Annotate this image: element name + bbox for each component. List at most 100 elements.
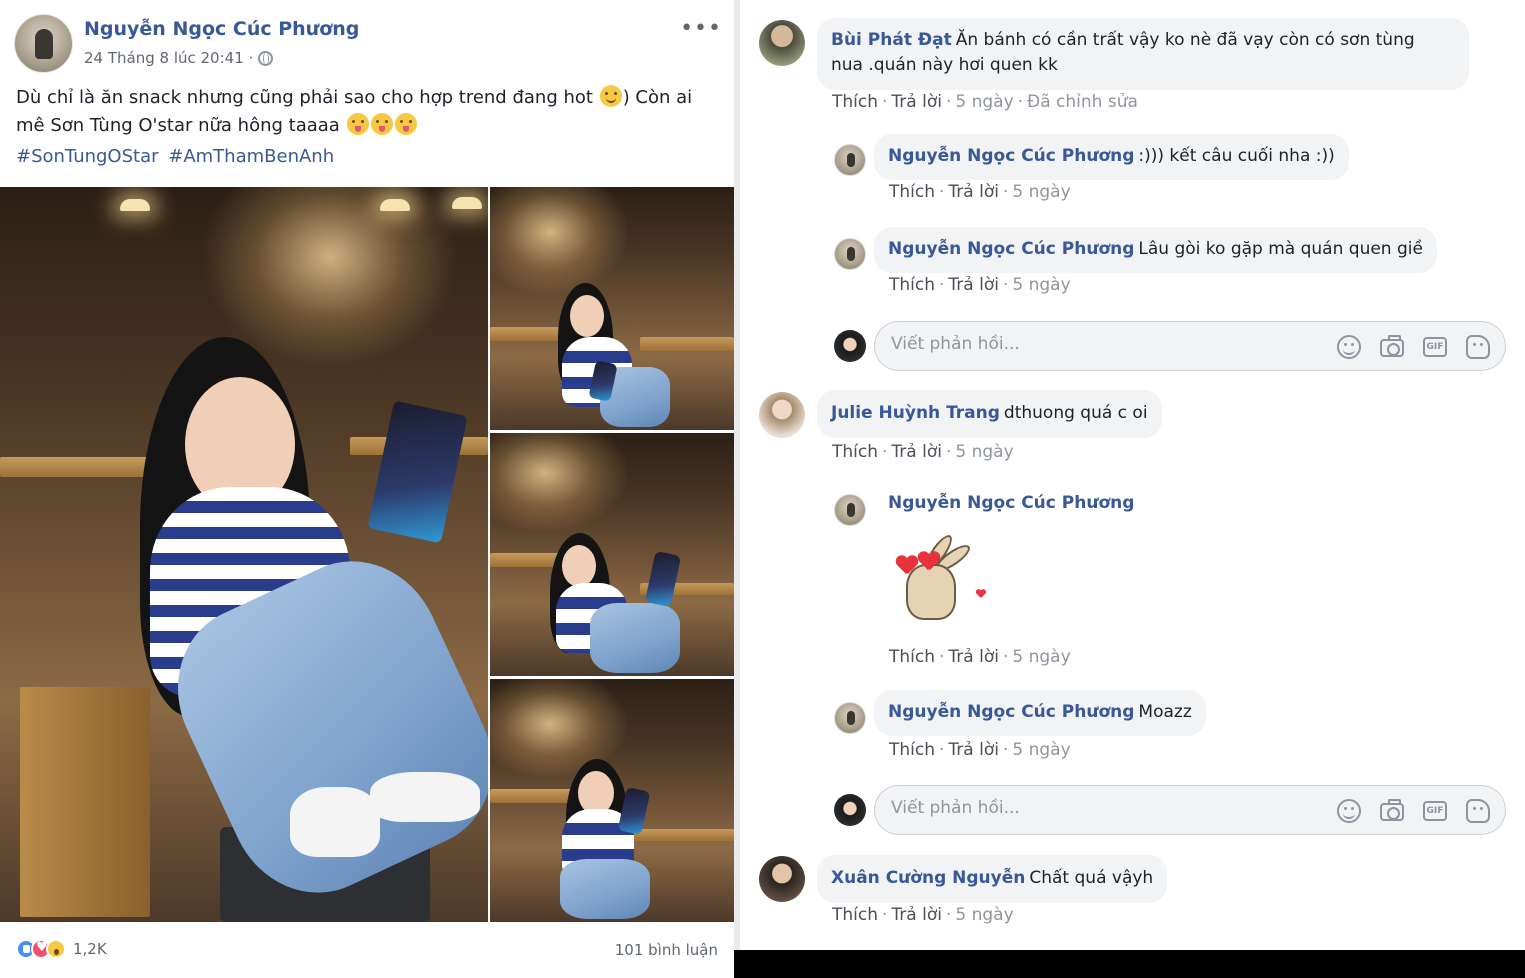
sticker-icon[interactable]: [1466, 335, 1490, 359]
commenter-name[interactable]: Julie Huỳnh Trang: [831, 403, 1000, 423]
reply-author-name[interactable]: Nguyễn Ngọc Cúc Phương: [888, 702, 1134, 722]
reply-link[interactable]: Trả lời: [948, 647, 999, 667]
post-text: Dù chỉ là ăn snack nhưng cũng phải sao c…: [16, 84, 716, 140]
reaction-summary[interactable]: 1,2K: [16, 939, 107, 959]
reply-author-avatar[interactable]: [834, 702, 866, 734]
comment-text: nua .quán này hơi quen kk: [831, 55, 1058, 75]
comment-time[interactable]: 5 ngày: [955, 92, 1013, 112]
reply-bubble: Nguyễn Ngọc Cúc Phương:))) kết câu cuối …: [874, 134, 1349, 180]
reply-time[interactable]: 5 ngày: [1012, 647, 1070, 667]
comment-actions: Thích · Trả lời · 5 ngày: [832, 442, 1014, 462]
facebook-post: Nguyễn Ngọc Cúc Phương 24 Tháng 8 lúc 20…: [0, 0, 734, 978]
reply-link[interactable]: Trả lời: [891, 905, 942, 925]
reply-actions: Thích · Trả lời · 5 ngày: [889, 275, 1071, 295]
post-photo-main[interactable]: [0, 187, 488, 922]
reply-time[interactable]: 5 ngày: [1012, 740, 1070, 760]
comment-text: Ăn bánh có cần trất vậy ko nè đã vạy còn…: [955, 30, 1415, 50]
reply-input[interactable]: Viết phản hồi... GIF: [874, 321, 1506, 371]
commenter-avatar[interactable]: [759, 392, 805, 438]
edited-label[interactable]: Đã chỉnh sửa: [1027, 92, 1138, 112]
gif-icon[interactable]: GIF: [1423, 337, 1447, 357]
post-photo-thumbnail[interactable]: [490, 679, 734, 922]
reply-link[interactable]: Trả lời: [891, 92, 942, 112]
bunny-heart-eyes-sticker: [884, 528, 994, 638]
tongue-emoji-icon: [346, 113, 369, 135]
like-link[interactable]: Thích: [889, 182, 935, 202]
reply-time[interactable]: 5 ngày: [1012, 275, 1070, 295]
like-link[interactable]: Thích: [832, 442, 878, 462]
hashtag-link[interactable]: #AmThamBenAnh: [168, 146, 334, 167]
comment-actions: Thích · Trả lời · 5 ngày · Đã chỉnh sửa: [832, 92, 1138, 112]
gif-icon[interactable]: GIF: [1423, 801, 1447, 821]
like-link[interactable]: Thích: [832, 905, 878, 925]
commenter-avatar[interactable]: [759, 20, 805, 66]
commenter-name[interactable]: Bùi Phát Đạt: [831, 30, 952, 50]
comments-panel: Bùi Phát Đạt Ăn bánh có cần trất vậy ko n…: [740, 0, 1525, 950]
photo-grid: [0, 187, 734, 922]
post-photo-thumbnail[interactable]: [490, 433, 734, 676]
reply-link[interactable]: Trả lời: [948, 182, 999, 202]
reply-author-avatar[interactable]: [834, 144, 866, 176]
commenter-avatar[interactable]: [759, 856, 805, 902]
reply-text: :))) kết câu cuối nha :)): [1138, 146, 1335, 166]
emoji-icon[interactable]: [1337, 335, 1361, 359]
camera-icon[interactable]: [1380, 799, 1404, 821]
post-hashtags: #SonTungOStar #AmThamBenAnh: [16, 146, 338, 167]
post-footer: 1,2K 101 bình luận: [0, 925, 734, 978]
current-user-avatar: [834, 794, 866, 826]
post-timestamp[interactable]: 24 Tháng 8 lúc 20:41 ·: [84, 49, 253, 67]
comment-actions: Thích · Trả lời · 5 ngày: [832, 905, 1014, 925]
post-text-line2: mê Sơn Tùng O'star nữa hông taaaa: [16, 115, 340, 136]
hashtag-link[interactable]: #SonTungOStar: [16, 146, 159, 167]
sticker-icon[interactable]: [1466, 799, 1490, 823]
tongue-emoji-icon: [394, 113, 417, 135]
reaction-count: 1,2K: [73, 940, 107, 958]
reply-actions: Thích · Trả lời · 5 ngày: [889, 182, 1071, 202]
reply-bubble: Nguyễn Ngọc Cúc Phương Lâu gòi ko gặp mà …: [874, 227, 1437, 273]
reply-actions: Thích · Trả lời · 5 ngày: [889, 647, 1071, 667]
camera-icon[interactable]: [1380, 335, 1404, 357]
reply-input[interactable]: Viết phản hồi... GIF: [874, 785, 1506, 835]
globe-icon: [258, 50, 274, 66]
comment-text: dthuong quá c oi: [1003, 403, 1148, 423]
emoji-icon[interactable]: [1337, 799, 1361, 823]
reply-time[interactable]: 5 ngày: [1012, 182, 1070, 202]
post-meta: 24 Tháng 8 lúc 20:41 ·: [84, 49, 274, 67]
comment-text: Chất quá vậyh: [1029, 868, 1154, 888]
reply-actions: Thích · Trả lời · 5 ngày: [889, 740, 1071, 760]
wow-icon: [46, 939, 66, 959]
like-link[interactable]: Thích: [889, 740, 935, 760]
reply-text: Lâu gòi ko gặp mà quán quen giề: [1138, 239, 1423, 259]
reply-link[interactable]: Trả lời: [891, 442, 942, 462]
reply-author-avatar[interactable]: [834, 494, 866, 526]
reply-placeholder: Viết phản hồi...: [891, 334, 1020, 354]
reply-link[interactable]: Trả lời: [948, 275, 999, 295]
like-link[interactable]: Thích: [889, 647, 935, 667]
screenshot-crop-bar: [734, 950, 1525, 978]
reply-link[interactable]: Trả lời: [948, 740, 999, 760]
reply-author-avatar[interactable]: [834, 238, 866, 270]
current-user-avatar: [834, 330, 866, 362]
like-link[interactable]: Thích: [832, 92, 878, 112]
post-text-line1: Dù chỉ là ăn snack nhưng cũng phải sao c…: [16, 87, 593, 108]
commenter-name[interactable]: Xuân Cường Nguyễn: [831, 868, 1025, 888]
reply-author-name[interactable]: Nguyễn Ngọc Cúc Phương: [888, 146, 1134, 166]
more-options-button[interactable]: •••: [680, 16, 722, 41]
reply-author-name[interactable]: Nguyễn Ngọc Cúc Phương: [888, 239, 1134, 259]
comment-count-link[interactable]: 101 bình luận: [615, 941, 718, 959]
like-link[interactable]: Thích: [889, 275, 935, 295]
author-avatar[interactable]: [14, 14, 73, 73]
smile-emoji-icon: [599, 85, 622, 107]
post-photo-thumbnail[interactable]: [490, 187, 734, 430]
comment-time[interactable]: 5 ngày: [955, 442, 1013, 462]
comment-bubble: Bùi Phát Đạt Ăn bánh có cần trất vậy ko n…: [817, 18, 1469, 90]
post-text-line1-end: ) Còn ai: [622, 87, 693, 108]
comment-time[interactable]: 5 ngày: [955, 905, 1013, 925]
reply-placeholder: Viết phản hồi...: [891, 798, 1020, 818]
reply-bubble: Nguyễn Ngọc Cúc Phương Moazz: [874, 690, 1206, 736]
reply-author-name[interactable]: Nguyễn Ngọc Cúc Phương: [888, 493, 1134, 513]
reply-text: Moazz: [1138, 702, 1192, 722]
tongue-emoji-icon: [370, 113, 393, 135]
post-header: Nguyễn Ngọc Cúc Phương 24 Tháng 8 lúc 20…: [14, 14, 724, 74]
post-author-name[interactable]: Nguyễn Ngọc Cúc Phương: [84, 18, 359, 40]
